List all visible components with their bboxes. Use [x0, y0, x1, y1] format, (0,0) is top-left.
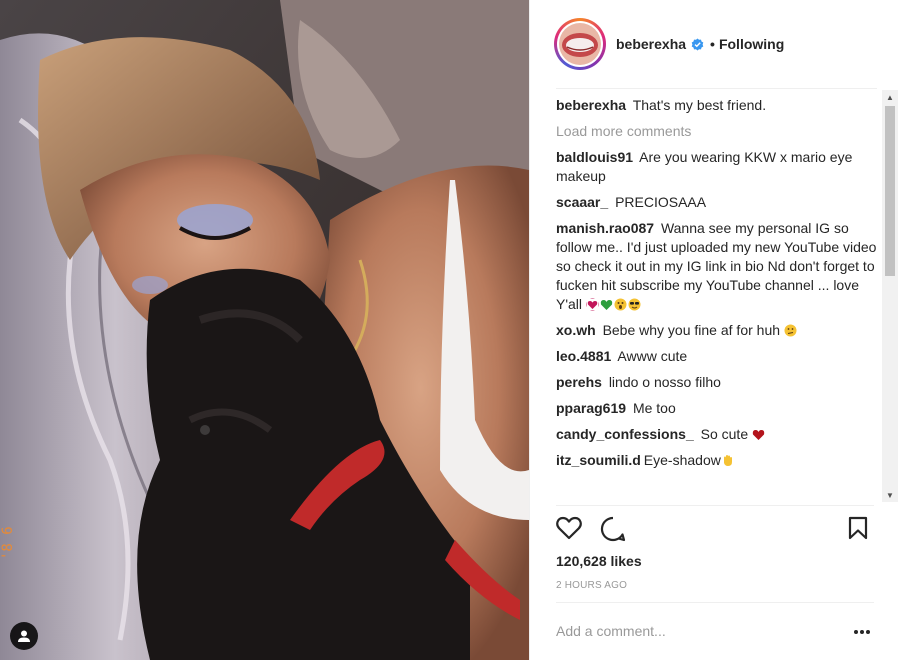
post-username[interactable]: beberexha — [616, 36, 686, 52]
red-heart-icon — [752, 430, 765, 440]
comment-text: Bebe why you fine af for huh — [602, 322, 781, 338]
comments-scrollbar[interactable]: ▲ ▼ — [882, 90, 898, 502]
scroll-up-arrow-icon[interactable]: ▲ — [882, 90, 898, 104]
list-item: baldlouis91 Are you wearing KKW x mario … — [556, 148, 886, 186]
sunglasses-face-icon — [628, 298, 641, 311]
add-comment-divider — [556, 602, 874, 603]
comment-icon[interactable] — [600, 516, 626, 542]
comment-username[interactable]: baldlouis91 — [556, 149, 633, 165]
load-more-comments-link[interactable]: Load more comments — [556, 122, 886, 141]
comment-username[interactable]: scaaar_ — [556, 194, 608, 210]
comment-username[interactable]: xo.wh — [556, 322, 596, 338]
post-photo[interactable]: '8 6 — [0, 0, 529, 660]
photo-date-stamp: '8 6 — [0, 526, 16, 560]
avatar[interactable] — [554, 18, 606, 70]
header-divider — [556, 88, 877, 89]
post-header: beberexha • Following — [530, 0, 903, 88]
user-tag-icon[interactable] — [10, 622, 38, 650]
list-item: scaaar_ PRECIOSAAA — [556, 193, 886, 212]
more-options-icon[interactable] — [852, 624, 872, 640]
comment-username[interactable]: pparag619 — [556, 400, 626, 416]
avatar-image — [559, 23, 601, 65]
caption-text: That's my best friend. — [632, 97, 767, 113]
comment-username[interactable]: candy_confessions_ — [556, 426, 694, 442]
green-heart-icon — [600, 300, 613, 310]
caption: beberexha That's my best friend. — [556, 96, 886, 115]
caption-username[interactable]: beberexha — [556, 97, 626, 113]
post-actions — [556, 512, 876, 546]
following-button[interactable]: Following — [719, 36, 784, 52]
comment-username[interactable]: itz_soumili.d — [556, 452, 641, 468]
post-timestamp[interactable]: 2 HOURS AGO — [556, 580, 627, 591]
like-count[interactable]: 120,628 likes — [556, 553, 642, 569]
comment-username[interactable]: perehs — [556, 374, 602, 390]
heart-icon[interactable] — [556, 516, 582, 540]
comment-text: Me too — [632, 400, 676, 416]
comment-text: lindo o nosso filho — [608, 374, 721, 390]
comment-text: PRECIOSAAA — [615, 194, 707, 210]
bookmark-icon[interactable] — [848, 516, 868, 540]
list-item: manish.rao087 Wanna see my personal IG s… — [556, 219, 886, 314]
verified-badge-icon — [691, 38, 704, 50]
scrollbar-thumb[interactable] — [885, 106, 895, 276]
list-item: pparag619 Me too — [556, 399, 886, 418]
scroll-down-arrow-icon[interactable]: ▼ — [882, 488, 898, 502]
list-item: leo.4881 Awww cute — [556, 347, 886, 366]
comment-text: Awww cute — [617, 348, 688, 364]
heart-emoji-icon — [585, 298, 599, 311]
list-item: xo.wh Bebe why you fine af for huh — [556, 321, 886, 340]
comment-text: Eye-shadow — [643, 452, 721, 468]
list-item: itz_soumili.d Eye-shadow — [556, 451, 886, 470]
confused-face-icon — [784, 324, 797, 337]
list-item: candy_confessions_ So cute — [556, 425, 886, 444]
actions-divider — [556, 505, 874, 506]
post-image: '8 6 — [0, 0, 529, 660]
comment-username[interactable]: manish.rao087 — [556, 220, 654, 236]
comments-list: beberexha That's my best friend. Load mo… — [556, 96, 886, 504]
add-comment-input[interactable]: Add a comment... — [556, 623, 666, 639]
emoji-group — [585, 296, 642, 312]
raised-hand-icon — [723, 455, 732, 466]
astonished-face-icon — [614, 298, 627, 311]
list-item: perehs lindo o nosso filho — [556, 373, 886, 392]
comment-text: So cute — [700, 426, 749, 442]
separator-dot: • — [710, 36, 715, 52]
comment-username[interactable]: leo.4881 — [556, 348, 611, 364]
